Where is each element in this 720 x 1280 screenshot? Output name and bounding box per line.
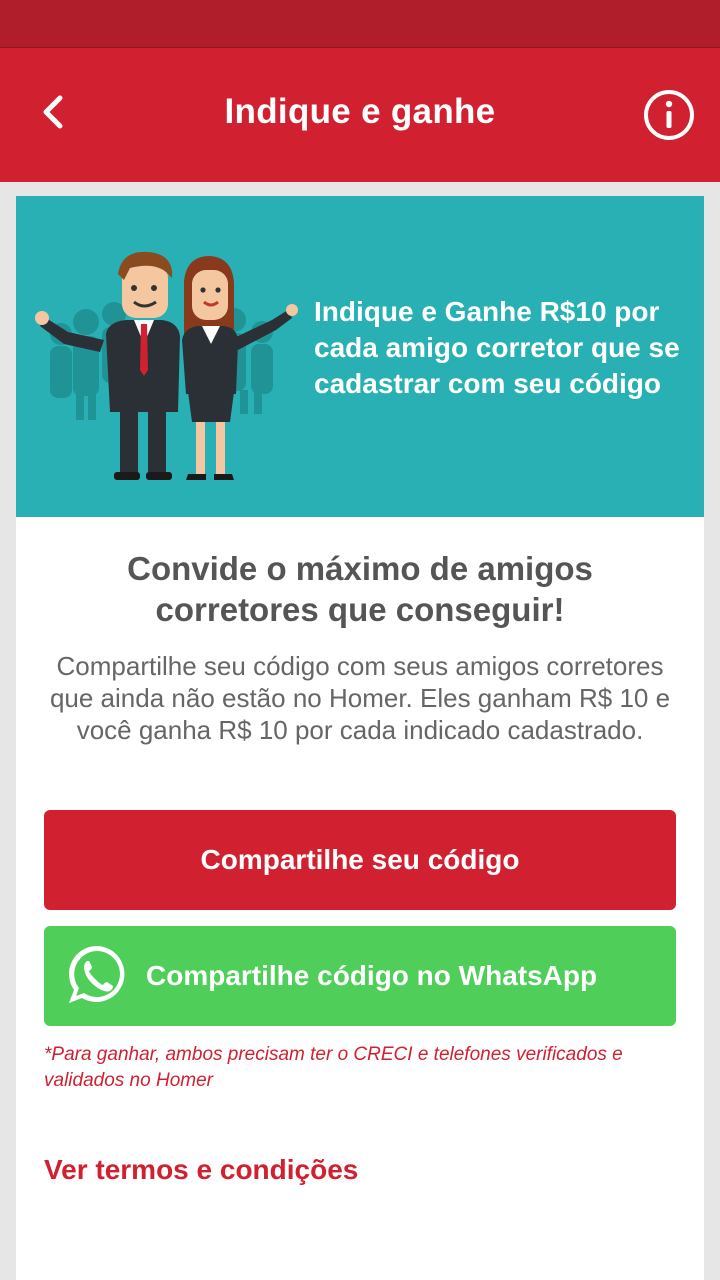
status-bar: [0, 0, 720, 48]
share-code-label: Compartilhe seu código: [200, 844, 520, 875]
page-title: Indique e ganhe: [224, 92, 496, 131]
app-bar: Indique e ganhe: [0, 48, 720, 182]
info-icon: [644, 90, 694, 140]
footnote: *Para ganhar, ambos precisam ter o CRECI…: [44, 1044, 623, 1091]
whatsapp-share-button[interactable]: Compartilhe código no WhatsApp: [44, 926, 676, 1026]
headline: Convide o máximo de amigos corretores qu…: [127, 550, 593, 628]
whatsapp-icon: [68, 946, 125, 1003]
description: Compartilhe seu código com seus amigos c…: [49, 651, 671, 745]
promo-banner: Indique e Ganhe R$10 por cada amigo corr…: [16, 196, 704, 517]
content-card: Indique e Ganhe R$10 por cada amigo corr…: [16, 196, 704, 1280]
banner-text: Indique e Ganhe R$10 por cada amigo corr…: [314, 296, 680, 399]
whatsapp-share-label: Compartilhe código no WhatsApp: [146, 960, 598, 991]
share-code-button[interactable]: Compartilhe seu código: [44, 810, 676, 910]
terms-link[interactable]: Ver termos e condições: [44, 1154, 358, 1186]
referral-illustration: [35, 251, 298, 480]
info-button[interactable]: [642, 88, 696, 142]
